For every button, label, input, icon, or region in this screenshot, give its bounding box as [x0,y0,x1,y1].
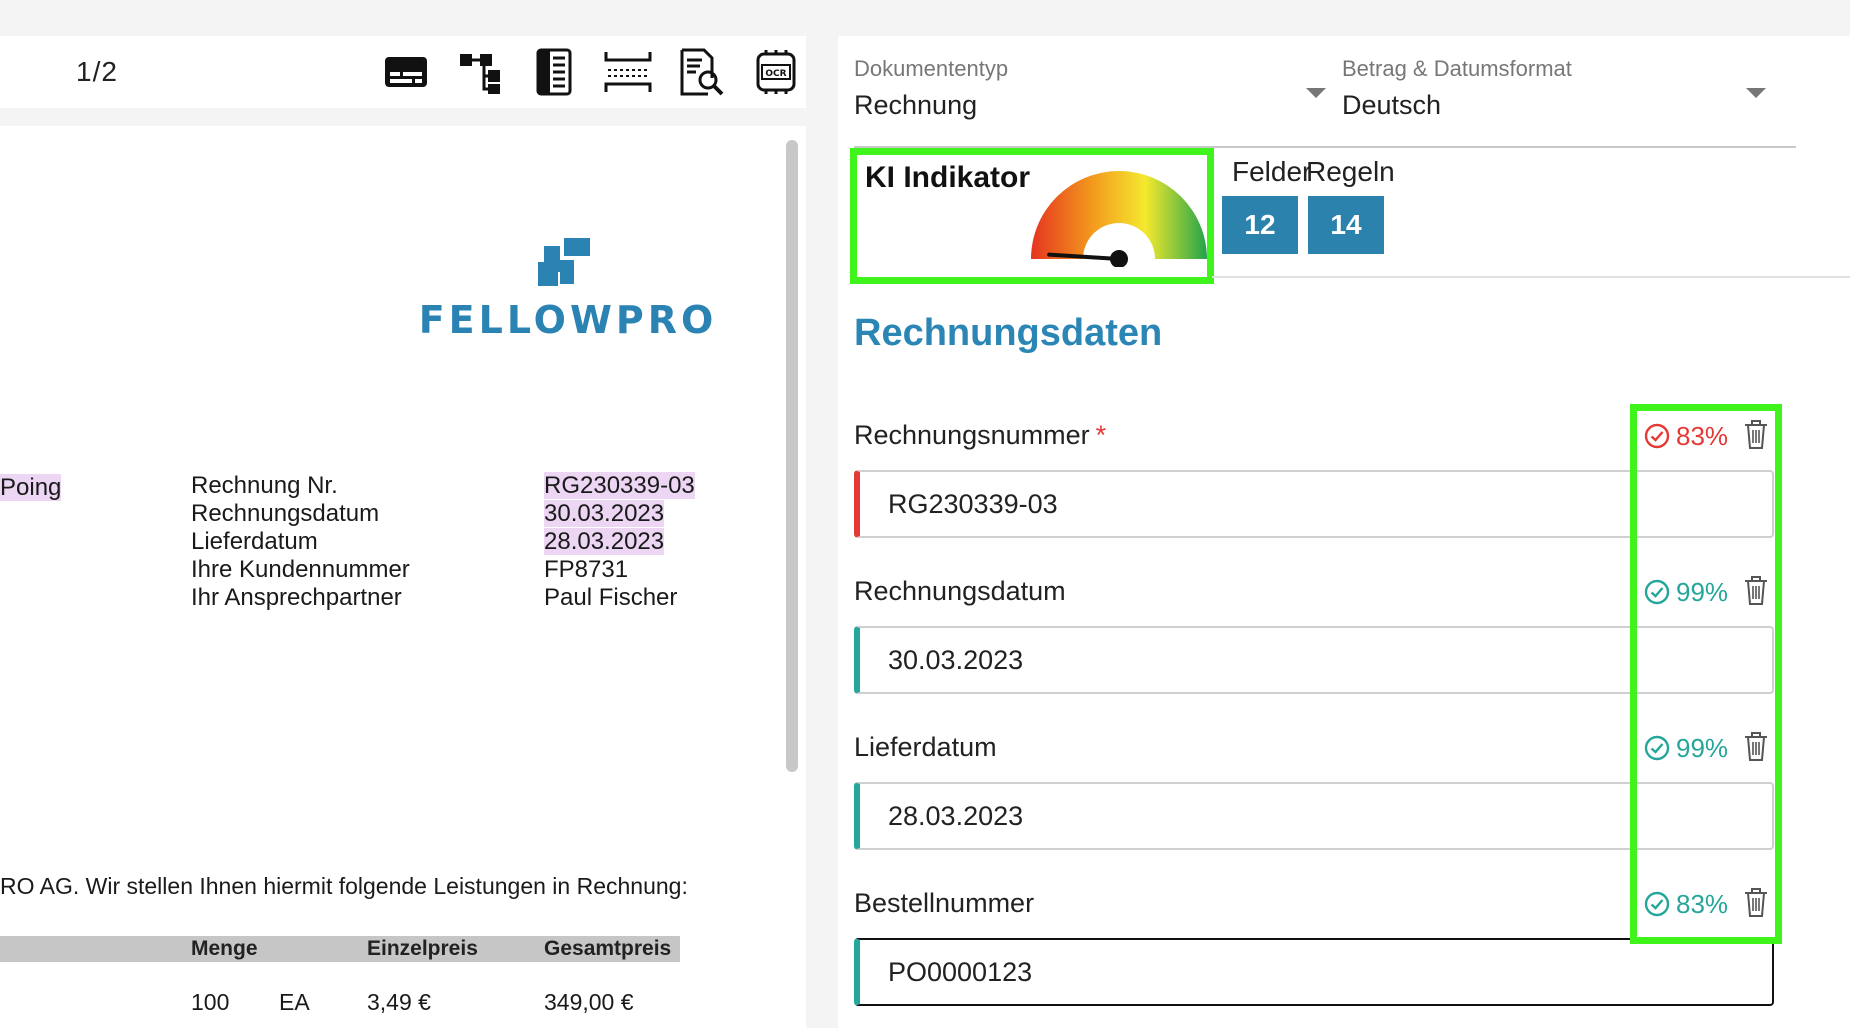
rechnungsdatum-input[interactable] [854,626,1774,694]
chevron-down-icon[interactable] [1746,88,1766,98]
felder-label: Felder [1232,156,1312,187]
meta-label: Rechnungsdatum [191,500,380,527]
required-marker: * [1095,420,1107,450]
column-header: Menge [191,937,258,960]
document-type-value: Rechnung [854,90,978,120]
confidence-badge: 99% [1644,574,1728,610]
invoice-meta-labels: Rechnung Nr. Rechnungsdatum Lieferdatum … [191,472,410,612]
confidence-badge: 83% [1644,886,1728,922]
chevron-down-icon[interactable] [1306,88,1326,98]
check-circle-icon [1644,735,1670,761]
section-title: Rechnungsdaten [854,312,1163,354]
document-lines-icon[interactable] [530,48,578,96]
line-items-header: Menge Einzelpreis Gesamtpreis [0,936,680,962]
document-type-select[interactable]: Dokumententyp Rechnung [854,56,1324,121]
logo-text: FELLOWPRO [418,298,718,342]
confidence-badge: 99% [1644,730,1728,766]
field-label-rechnungsnummer: Rechnungsnummer * [854,420,1107,450]
check-circle-icon [1644,423,1670,449]
meta-value-highlighted[interactable]: RG230339-03 [544,472,695,499]
viewer-scrollbar[interactable] [786,140,798,772]
page-counter: 1/2 [76,56,118,87]
column-header: Einzelpreis [367,937,478,960]
format-value: Deutsch [1342,90,1442,120]
check-circle-icon [1644,579,1670,605]
gauge-icon [1031,171,1207,267]
meta-label: Rechnung Nr. [191,472,338,499]
divider [1212,276,1850,278]
column-header: Gesamtpreis [544,937,672,960]
svg-text:OCR: OCR [765,69,786,79]
meta-value: Paul Fischer [544,584,678,611]
meta-label: Ihre Kundennummer [191,556,410,583]
field-label-lieferdatum: Lieferdatum [854,732,997,762]
table-cell: EA [279,989,310,1015]
bestellnummer-input[interactable] [854,938,1774,1006]
meta-label: Lieferdatum [191,528,318,555]
document-search-icon[interactable] [678,48,726,96]
check-circle-icon [1644,891,1670,917]
regeln-count-badge[interactable]: 14 [1308,196,1384,254]
tree-structure-icon[interactable] [458,48,506,96]
field-label-rechnungsdatum: Rechnungsdatum [854,576,1066,606]
ki-indicator: KI Indikator [850,148,1214,284]
meta-label: Ihr Ansprechpartner [191,584,402,611]
lieferdatum-input[interactable] [854,782,1774,850]
table-cell: 100 [191,989,230,1015]
ocr-icon[interactable]: OCR [752,48,800,96]
trash-icon[interactable] [1742,574,1770,606]
table-cell: 349,00 € [544,989,634,1015]
document-type-label: Dokumententyp [854,56,1009,81]
format-select[interactable]: Betrag & Datumsformat Deutsch [1342,56,1782,121]
trash-icon[interactable] [1742,418,1770,450]
invoice-intro-text: RO AG. Wir stellen Ihnen hiermit folgend… [0,873,688,899]
viewer-toolbar: 1/2 OCR [0,36,806,108]
subtitles-icon[interactable] [382,48,430,96]
format-label: Betrag & Datumsformat [1342,56,1572,81]
company-logo: FELLOWPRO [408,234,728,344]
invoice-meta-values: RG230339-03 30.03.2023 28.03.2023 FP8731… [544,472,695,612]
felder-count-badge[interactable]: 12 [1222,196,1298,254]
trash-icon[interactable] [1742,886,1770,918]
address-fragment: Poing [0,474,62,501]
confidence-badge: 83% [1644,418,1728,454]
trash-icon[interactable] [1742,730,1770,762]
rechnungsnummer-input[interactable] [854,470,1774,538]
table-cell: 3,49 € [367,989,431,1015]
ki-indicator-title: KI Indikator [865,161,1031,194]
field-label-bestellnummer: Bestellnummer [854,888,1035,918]
document-page: FELLOWPRO Poing Rechnung Nr. Rechnungsda… [0,126,806,1028]
meta-value-highlighted[interactable]: 28.03.2023 [544,528,665,555]
meta-value: FP8731 [544,556,629,583]
split-page-icon[interactable] [604,48,652,96]
regeln-label: Regeln [1306,156,1395,187]
meta-value-highlighted[interactable]: 30.03.2023 [544,500,665,527]
extraction-panel: Dokumententyp Rechnung Betrag & Datumsfo… [838,36,1850,1028]
